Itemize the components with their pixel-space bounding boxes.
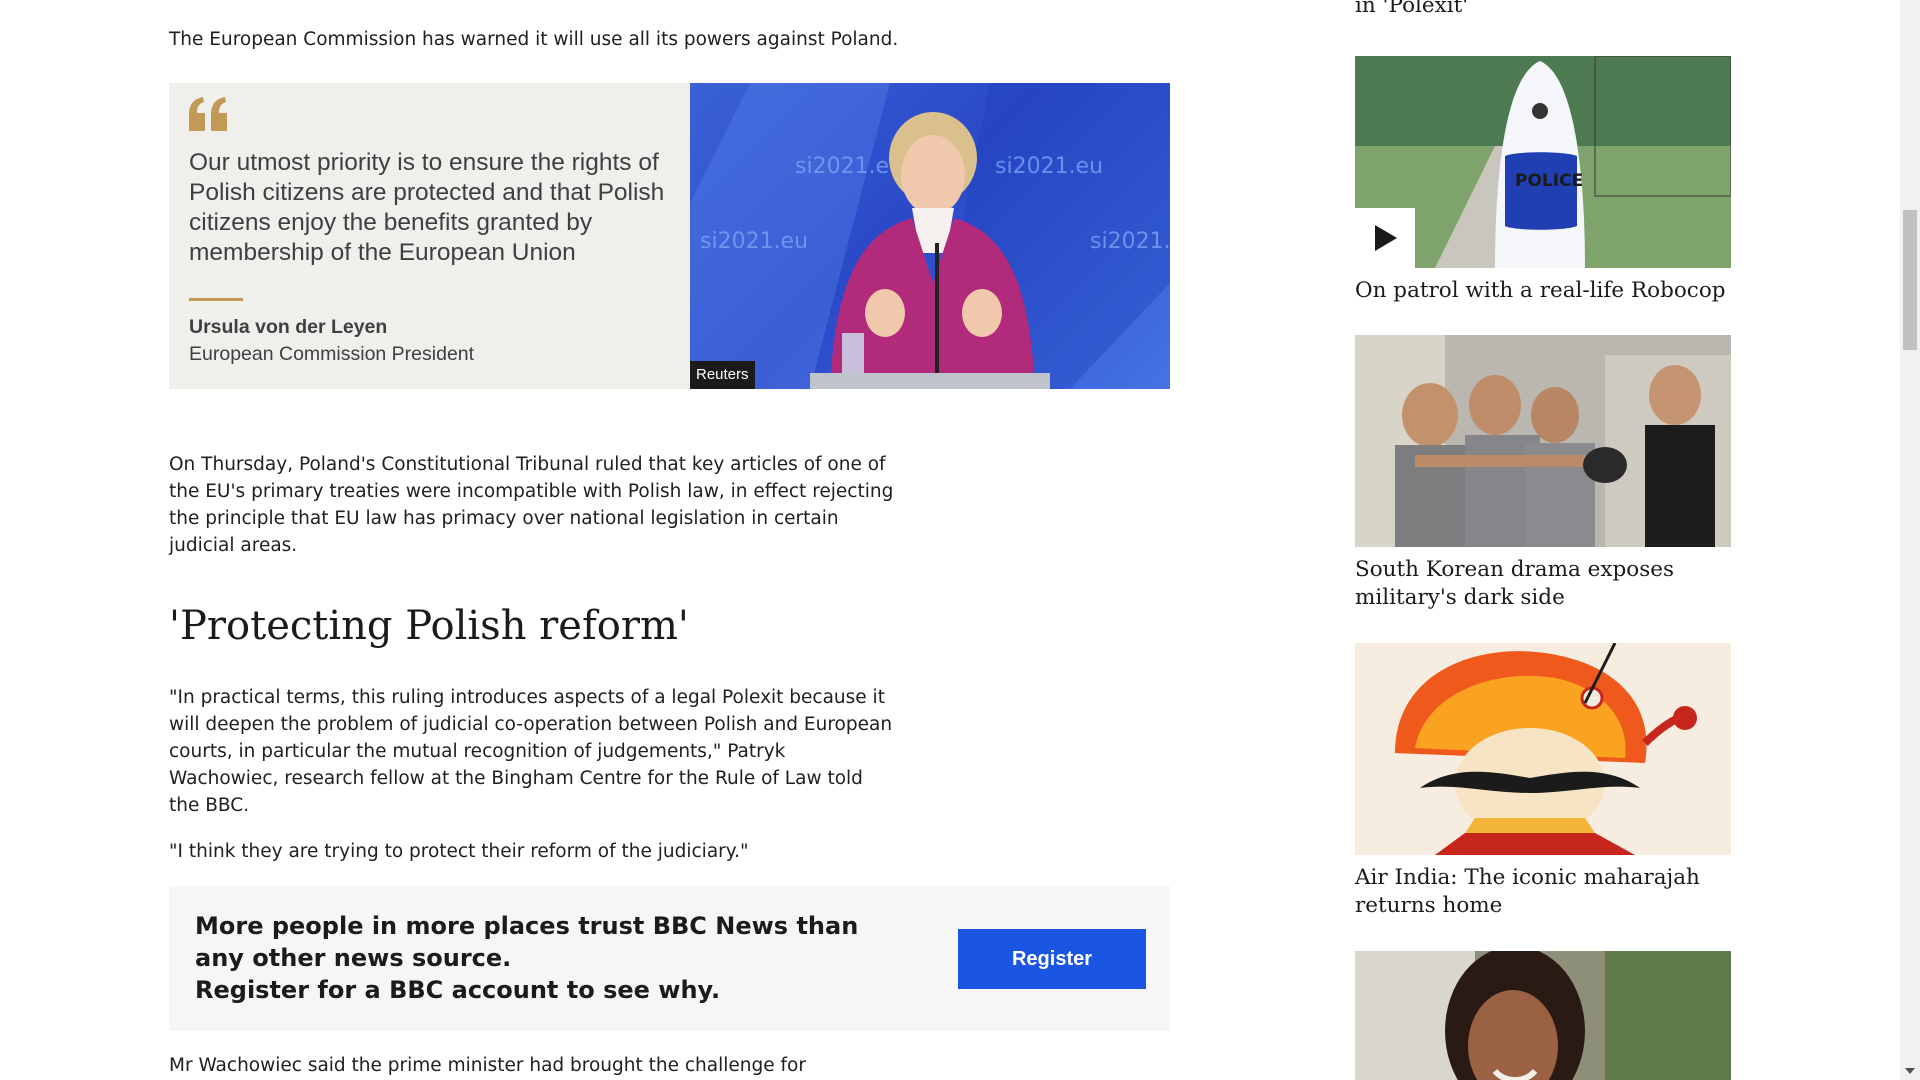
sidebar-card-title-1[interactable]: On patrol with a real-life Robocop xyxy=(1355,277,1731,305)
section-subheading: 'Protecting Polish reform' xyxy=(169,603,689,649)
backdrop-text: si2021.eu xyxy=(700,229,808,254)
register-promo: More people in more places trust BBC New… xyxy=(169,886,1170,1031)
backdrop-text: si2021.eu xyxy=(795,154,903,179)
speaker-illustration: si2021.eu si2021.eu si2021.eu si2021.eu xyxy=(690,83,1170,389)
image-credit: Reuters xyxy=(690,361,755,389)
play-icon xyxy=(1375,225,1397,251)
sidebar-card-title-3[interactable]: Air India: The iconic maharajah returns … xyxy=(1355,864,1731,920)
intro-paragraph: The European Commission has warned it wi… xyxy=(169,29,899,50)
thursday-paragraph: On Thursday, Poland's Constitutional Tri… xyxy=(169,454,894,556)
military-drama-illustration xyxy=(1355,335,1731,547)
backdrop-text: si2021.eu xyxy=(1090,229,1170,254)
video-play-button[interactable] xyxy=(1355,208,1415,268)
scrollbar-thumb[interactable] xyxy=(1903,210,1917,350)
quote-author: Ursula von der Leyen xyxy=(189,316,388,338)
promo-text: More people in more places trust BBC New… xyxy=(195,910,915,1006)
sidebar-fragment-link[interactable]: in 'Polexit' xyxy=(1355,0,1731,20)
maharajah-image[interactable] xyxy=(1355,643,1731,855)
quote-block: Our utmost priority is to ensure the rig… xyxy=(169,83,1170,389)
scroll-down-arrow-icon[interactable] xyxy=(1905,1068,1915,1074)
portrait-illustration xyxy=(1355,951,1731,1080)
von-der-leyen-photo: si2021.eu si2021.eu si2021.eu si2021.eu xyxy=(690,83,1170,389)
sidebar-card-title-2[interactable]: South Korean drama exposes military's da… xyxy=(1355,556,1731,612)
page: The European Commission has warned it wi… xyxy=(0,0,1920,1080)
maharajah-illustration xyxy=(1355,643,1731,855)
promo-line-1: More people in more places trust BBC New… xyxy=(195,912,859,972)
quote-mark-icon xyxy=(189,97,227,131)
practical-paragraph: "In practical terms, this ruling introdu… xyxy=(169,687,893,816)
quote-text: Our utmost priority is to ensure the rig… xyxy=(189,149,665,266)
robocop-image[interactable]: POLICE xyxy=(1355,56,1731,268)
last-paragraph: Mr Wachowiec said the prime minister had… xyxy=(169,1055,806,1076)
think-paragraph: "I think they are trying to protect thei… xyxy=(169,841,749,862)
quote-author-role: European Commission President xyxy=(189,343,475,365)
robocop-police-text: POLICE xyxy=(1515,171,1583,191)
backdrop-text: si2021.eu xyxy=(995,154,1103,179)
quote-divider xyxy=(189,298,243,301)
military-drama-image[interactable] xyxy=(1355,335,1731,547)
quote-text-area: Our utmost priority is to ensure the rig… xyxy=(169,83,689,389)
register-button[interactable]: Register xyxy=(958,929,1146,989)
promo-line-2: Register for a BBC account to see why. xyxy=(195,976,721,1004)
woman-portrait-image[interactable] xyxy=(1355,951,1731,1080)
vertical-scrollbar[interactable] xyxy=(1900,0,1920,1080)
